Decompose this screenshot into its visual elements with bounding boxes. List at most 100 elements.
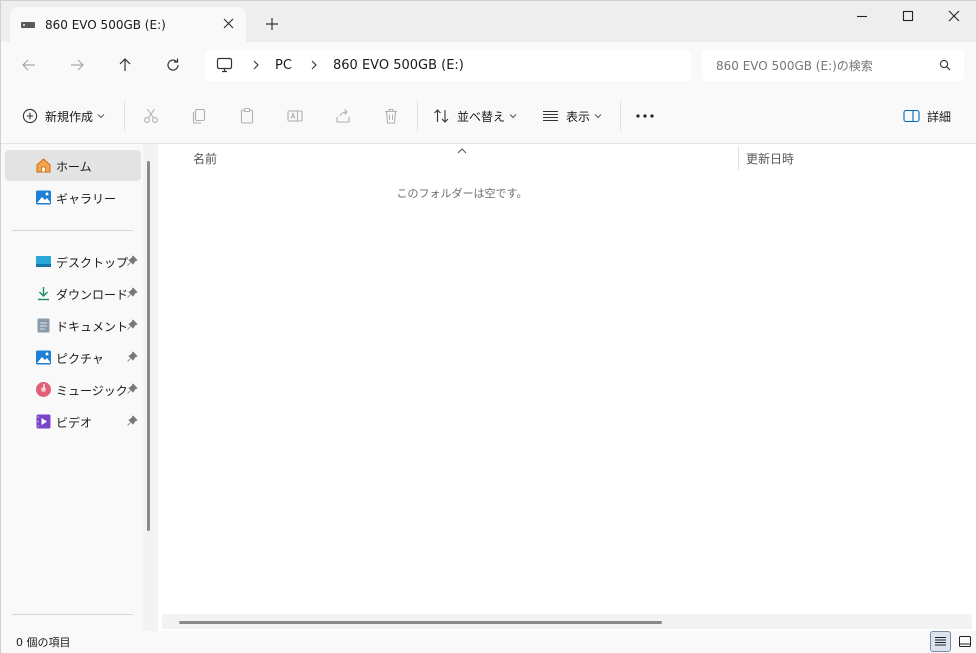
tab-close-button[interactable] [220,14,238,34]
horizontal-scrollbar-thumb[interactable] [179,621,662,624]
sort-icon [434,109,449,123]
forward-button[interactable] [63,52,91,78]
column-header-date-modified[interactable]: 更新日時 [746,150,794,167]
new-button-label: 新規作成 [45,109,94,124]
tab-active[interactable]: 860 EVO 500GB (E:) [10,7,246,42]
monitor-icon[interactable] [216,57,233,76]
pin-icon [127,255,138,266]
view-button[interactable]: 表示 [542,103,602,129]
sidebar-item-label: ギャラリー [56,192,117,206]
video-icon [36,414,51,429]
sidebar-item-label: デスクトップ [56,256,129,270]
column-divider[interactable] [738,146,739,170]
tab-title: 860 EVO 500GB (E:) [45,18,166,32]
breadcrumb[interactable]: PC 860 EVO 500GB (E:) [205,50,691,81]
home-icon [36,158,51,173]
back-button[interactable] [15,52,43,78]
sidebar-item-label: ビデオ [56,416,93,430]
view-button-label: 表示 [566,109,591,124]
search-icon[interactable] [939,59,951,74]
large-icons-view-button[interactable] [954,631,975,652]
maximize-button[interactable] [885,1,931,33]
chevron-down-icon [594,114,602,119]
chevron-right-icon[interactable] [251,58,261,75]
up-button[interactable] [111,52,139,78]
maximize-icon [902,10,914,22]
cut-button[interactable] [138,103,164,129]
rename-icon [287,110,303,122]
paste-button[interactable] [234,103,260,129]
pin-icon [127,287,138,298]
item-count: 0 個の項目 [16,636,71,649]
ellipsis-icon [636,114,654,118]
more-options-button[interactable] [632,103,658,129]
sidebar-item-downloads[interactable]: ダウンロード [5,278,141,309]
address-row: PC 860 EVO 500GB (E:) [1,42,976,89]
pin-icon [127,415,138,426]
details-pane-icon [903,109,920,123]
sort-button[interactable]: 並べ替え [433,103,517,129]
document-icon [37,318,50,333]
chevron-right-icon[interactable] [309,58,319,75]
desktop-folder-icon [36,256,51,267]
sidebar-item-documents[interactable]: ドキュメント [5,310,141,341]
title-bar: 860 EVO 500GB (E:) [1,1,976,42]
view-list-icon [543,111,558,121]
delete-button[interactable] [378,103,404,129]
sidebar-item-desktop[interactable]: デスクトップ [5,246,141,277]
new-button[interactable]: 新規作成 [22,103,105,129]
sidebar-item-label: ホーム [56,160,92,174]
sidebar-scrollbar-track[interactable] [143,144,158,631]
sidebar-item-label: ダウンロード [56,288,129,302]
search-box[interactable] [702,50,964,81]
refresh-button[interactable] [159,52,187,78]
breadcrumb-drive[interactable]: 860 EVO 500GB (E:) [333,58,464,73]
sidebar-item-label: ドキュメント [56,320,129,334]
sidebar-divider [12,230,133,231]
details-view-icon [935,637,946,646]
share-icon [336,109,350,123]
plus-circle-icon [22,108,38,124]
arrow-right-icon [71,59,84,71]
sidebar-item-label: ミュージック [56,384,128,398]
sidebar-item-videos[interactable]: ビデオ [5,406,141,437]
music-icon [36,382,51,397]
details-pane-label: 詳細 [927,109,952,124]
sidebar-item-label: ピクチャ [56,352,104,366]
breadcrumb-pc[interactable]: PC [275,58,292,73]
plus-icon [266,18,278,30]
minimize-button[interactable] [839,1,885,33]
new-tab-button[interactable] [262,14,282,34]
copy-button[interactable] [186,103,212,129]
sidebar-item-home[interactable]: ホーム [5,150,141,181]
download-icon [38,287,49,301]
file-list: 名前 更新日時 このフォルダーは空です。 [158,144,976,631]
toolbar-divider [124,101,125,131]
command-bar: 新規作成 並べ替え 表示 詳細 [1,89,976,144]
close-icon [948,10,960,22]
copy-icon [192,108,206,124]
sidebar-scrollbar-thumb[interactable] [147,161,150,531]
chevron-down-icon [97,114,105,119]
drive-icon [21,22,35,28]
large-icons-view-icon [958,636,971,647]
search-input[interactable] [716,57,936,74]
rename-button[interactable] [282,103,308,129]
sidebar-item-music[interactable]: ミュージック [5,374,141,405]
sort-button-label: 並べ替え [457,109,506,124]
pictures-icon [36,350,51,365]
arrow-left-icon [22,59,35,71]
column-header-name[interactable]: 名前 [193,150,217,167]
chevron-down-icon [509,114,517,119]
share-button[interactable] [330,103,356,129]
details-pane-button[interactable]: 詳細 [903,103,951,129]
sidebar-item-pictures[interactable]: ピクチャ [5,342,141,373]
gallery-icon [36,190,51,205]
details-view-button[interactable] [930,631,951,652]
paste-icon [240,107,254,124]
sidebar-item-gallery[interactable]: ギャラリー [5,182,141,213]
pin-icon [127,351,138,362]
trash-icon [385,108,397,124]
navigation-pane: ホーム ギャラリー デスクトップ ダウンロード ドキュメント ピクチャ ミュージ… [1,144,158,631]
window-close-button[interactable] [931,1,977,33]
